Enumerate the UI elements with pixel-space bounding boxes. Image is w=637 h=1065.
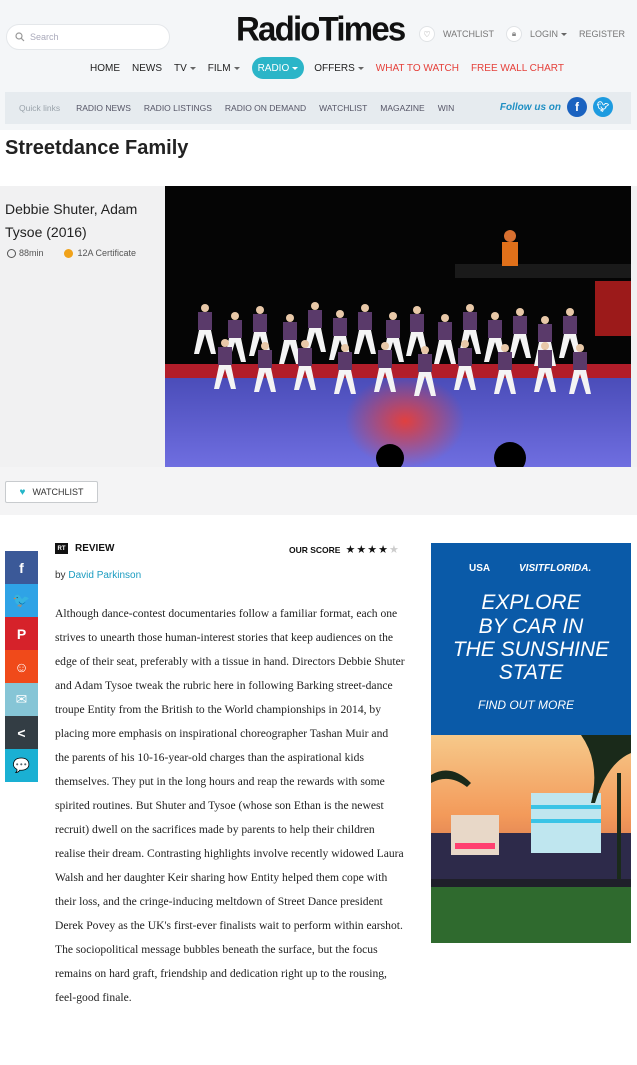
nav-item-home[interactable]: HOME <box>90 57 120 79</box>
quick-link-watchlist[interactable]: WATCHLIST <box>319 103 367 113</box>
site-header: RadioTimes ♡ WATCHLIST 🔒︎ LOGIN REGISTER… <box>0 0 637 130</box>
quick-link-radio-on-demand[interactable]: RADIO ON DEMAND <box>225 103 306 113</box>
author-link[interactable]: David Parkinson <box>68 570 141 581</box>
runtime: 88min <box>19 248 44 258</box>
nav-item-radio[interactable]: RADIO <box>251 57 305 79</box>
quick-links-label: Quick links <box>19 103 61 113</box>
nav-item-what-to-watch[interactable]: WHAT TO WATCH <box>376 57 459 79</box>
lock-icon: 🔒︎ <box>505 26 522 42</box>
quick-link-magazine[interactable]: MAGAZINE <box>380 103 424 113</box>
twitter-icon[interactable]: 🐦︎ <box>593 97 613 117</box>
nav-item-news[interactable]: NEWS <box>132 57 162 79</box>
search-box[interactable] <box>6 24 170 50</box>
add-to-watchlist-button[interactable]: ♥ WATCHLIST <box>5 481 98 503</box>
ad-brand-left: USA <box>469 563 490 574</box>
main-nav: HOME NEWS TV FILM RADIO OFFERS WHAT TO WATCH FR… <box>90 57 576 79</box>
film-still-image <box>165 186 631 467</box>
nav-item-free-wall-chart[interactable]: FREE WALL CHART <box>471 57 564 79</box>
ad-cta: FIND OUT MORE <box>478 698 575 712</box>
comments-icon[interactable]: 💬 <box>5 749 38 782</box>
pinterest-icon[interactable]: P <box>5 617 38 650</box>
chevron-down-icon <box>357 66 364 70</box>
certificate: 12A Certificate <box>77 248 137 258</box>
twitter-icon[interactable]: 🐦 <box>5 584 38 617</box>
chevron-down-icon <box>233 66 240 70</box>
ad-headline-4: STATE <box>499 661 565 684</box>
visitflorida-ad[interactable]: USA VISITFLORIDA. EXPLORE BY CAR IN THE … <box>431 543 631 943</box>
ad-headline-3: THE SUNSHINE <box>453 638 610 661</box>
nav-item-tv[interactable]: TV <box>174 57 196 79</box>
film-credits: Debbie Shuter, Adam Tysoe (2016) <box>5 201 138 240</box>
review-byline: by David Parkinson <box>55 570 142 581</box>
chevron-down-icon <box>189 66 196 70</box>
ad-brand-right: VISITFLORIDA. <box>519 563 591 574</box>
follow-us: Follow us on f 🐦︎ <box>500 97 613 117</box>
ad-headline-1: EXPLORE <box>481 591 581 614</box>
star-filled-icon: ★ <box>345 544 357 556</box>
facebook-icon[interactable]: f <box>567 97 587 117</box>
nav-item-film[interactable]: FILM <box>208 57 240 79</box>
star-empty-icon: ★ <box>388 544 400 556</box>
certificate-icon <box>63 248 73 258</box>
quick-links-bar: Quick links RADIO NEWS RADIO LISTINGS RADI… <box>5 92 631 124</box>
quick-link-win[interactable]: WIN <box>438 103 455 113</box>
star-filled-icon: ★ <box>378 544 389 556</box>
review-heading: RT REVIEW <box>55 543 114 554</box>
star-filled-icon: ★ <box>356 544 368 556</box>
register-link[interactable]: REGISTER <box>579 29 625 39</box>
heart-icon: ♥ <box>19 486 26 498</box>
share-icon[interactable]: < <box>5 716 38 749</box>
search-icon <box>15 32 25 42</box>
email-icon[interactable]: ✉ <box>5 683 38 716</box>
login-link[interactable]: 🔒︎ LOGIN <box>505 26 567 42</box>
chevron-down-icon <box>292 66 299 70</box>
heart-icon: ♡ <box>418 26 435 42</box>
reddit-icon[interactable]: ☺ <box>5 650 38 683</box>
our-score: OUR SCORE ★★★★★ <box>289 543 400 556</box>
ad-headline-2: BY CAR IN <box>479 615 584 638</box>
star-rating: ★★★★★ <box>345 543 399 556</box>
film-meta: 88min 12A Certificate <box>7 248 136 258</box>
share-bar: f 🐦 P ☺ ✉ < 💬 <box>5 551 38 782</box>
page-title: Streetdance Family <box>5 137 189 159</box>
site-logo[interactable]: RadioTimes <box>236 9 406 49</box>
search-input[interactable] <box>30 32 160 42</box>
chevron-down-icon <box>560 32 567 36</box>
account-links: ♡ WATCHLIST 🔒︎ LOGIN REGISTER <box>407 26 625 42</box>
facebook-icon[interactable]: f <box>5 551 38 584</box>
watchlist-link[interactable]: ♡ WATCHLIST <box>418 26 494 42</box>
review-body: Although dance-contest documentaries fol… <box>55 607 405 1004</box>
rt-badge: RT <box>55 543 68 554</box>
nav-item-offers[interactable]: OFFERS <box>314 57 364 79</box>
star-filled-icon: ★ <box>367 544 379 556</box>
clock-icon <box>7 248 16 258</box>
quick-link-radio-news[interactable]: RADIO NEWS <box>76 103 131 113</box>
quick-link-radio-listings[interactable]: RADIO LISTINGS <box>144 103 212 113</box>
